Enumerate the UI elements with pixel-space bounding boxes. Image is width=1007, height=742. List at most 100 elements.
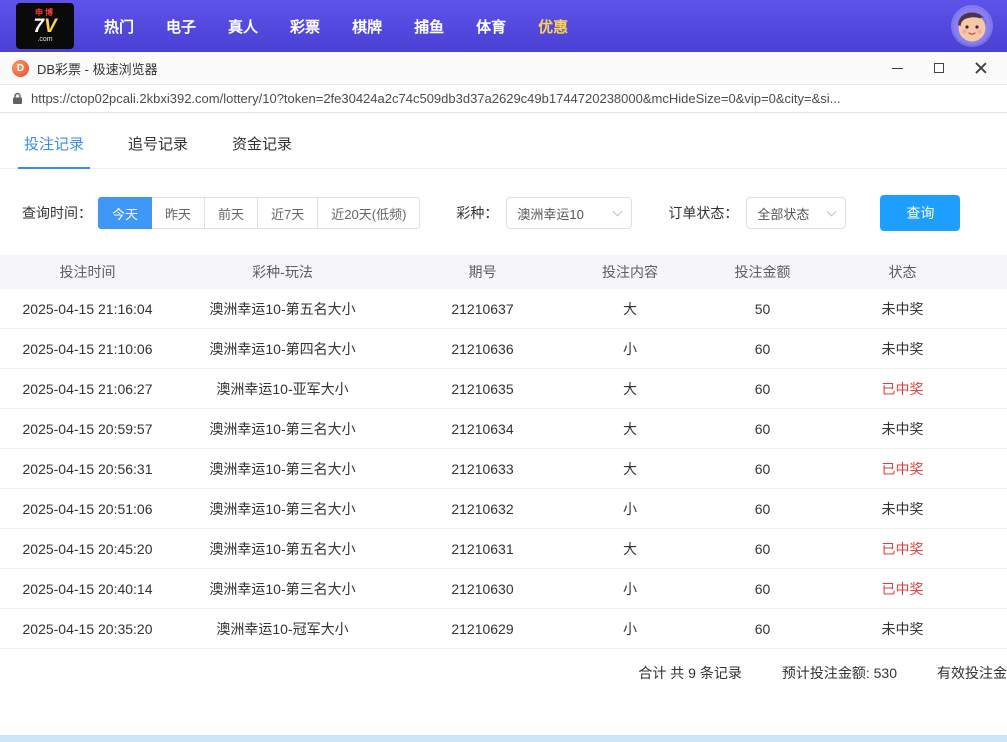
bet-content: 小 — [575, 499, 685, 519]
lottery-filter-label: 彩种： — [456, 203, 498, 223]
bet-status: 已中奖 — [840, 459, 965, 479]
close-icon — [975, 62, 987, 74]
minimize-icon — [892, 68, 903, 69]
header-bet-time: 投注时间 — [0, 262, 175, 282]
lottery-select-value: 澳洲幸运10 — [517, 204, 583, 223]
table-row: 2025-04-15 20:45:20 澳洲幸运10-第五名大小 2121063… — [0, 529, 1007, 569]
chevron-down-icon — [613, 206, 623, 216]
nav-item-slots[interactable]: 电子 — [166, 16, 196, 37]
bet-amount: 50 — [685, 301, 840, 317]
bet-time: 2025-04-15 21:06:27 — [0, 381, 175, 397]
bet-game: 澳洲幸运10-第三名大小 — [175, 499, 390, 519]
bet-content: 小 — [575, 619, 685, 639]
table-row: 2025-04-15 21:10:06 澳洲幸运10-第四名大小 2121063… — [0, 329, 1007, 369]
bet-issue: 21210633 — [390, 461, 575, 477]
bet-time: 2025-04-15 21:16:04 — [0, 301, 175, 317]
filter-bar: 查询时间： 今天 昨天 前天 近7天 近20天(低频) 彩种： 澳洲幸运10 订… — [0, 169, 1007, 251]
bet-status: 已中奖 — [840, 379, 965, 399]
time-option-7days[interactable]: 近7天 — [257, 197, 318, 229]
bet-time: 2025-04-15 20:59:57 — [0, 421, 175, 437]
query-button[interactable]: 查询 — [880, 195, 960, 231]
close-button[interactable] — [973, 60, 989, 76]
order-status-value: 全部状态 — [757, 204, 809, 223]
maximize-icon — [934, 63, 944, 73]
bet-issue: 21210637 — [390, 301, 575, 317]
brand-logo-main-text: 7V — [33, 17, 56, 36]
header-bet-amount: 投注金额 — [685, 262, 840, 282]
time-option-20days[interactable]: 近20天(低频) — [317, 197, 420, 229]
table-summary: 合计 共 9 条记录 预计投注金额: 530 有效投注金额 — [0, 649, 1007, 697]
bet-status: 未中奖 — [840, 299, 965, 319]
bet-content: 大 — [575, 379, 685, 399]
bet-issue: 21210630 — [390, 581, 575, 597]
lottery-select[interactable]: 澳洲幸运10 — [506, 197, 632, 229]
time-filter-label: 查询时间： — [22, 203, 92, 223]
bet-status: 未中奖 — [840, 619, 965, 639]
bet-game: 澳洲幸运10-冠军大小 — [175, 619, 390, 639]
table-row: 2025-04-15 20:40:14 澳洲幸运10-第三名大小 2121063… — [0, 569, 1007, 609]
nav-item-sports[interactable]: 体育 — [476, 16, 506, 37]
minimize-button[interactable] — [889, 60, 905, 76]
bet-amount: 60 — [685, 541, 840, 557]
user-avatar[interactable] — [953, 7, 991, 45]
bet-game: 澳洲幸运10-第五名大小 — [175, 299, 390, 319]
bet-time: 2025-04-15 20:40:14 — [0, 581, 175, 597]
table-row: 2025-04-15 21:16:04 澳洲幸运10-第五名大小 2121063… — [0, 289, 1007, 329]
tab-bet-records[interactable]: 投注记录 — [24, 133, 84, 168]
time-option-yesterday[interactable]: 昨天 — [151, 197, 205, 229]
nav-item-fishing[interactable]: 捕鱼 — [414, 16, 444, 37]
tab-chase-records[interactable]: 追号记录 — [128, 133, 188, 168]
bet-amount: 60 — [685, 421, 840, 437]
bet-issue: 21210636 — [390, 341, 575, 357]
maximize-button[interactable] — [931, 60, 947, 76]
header-bet-content: 投注内容 — [575, 262, 685, 282]
bet-status: 已中奖 — [840, 579, 965, 599]
bet-game: 澳洲幸运10-第四名大小 — [175, 339, 390, 359]
record-tabs: 投注记录 追号记录 资金记录 — [0, 113, 1007, 169]
nav-item-hot[interactable]: 热门 — [104, 16, 134, 37]
bet-status: 未中奖 — [840, 419, 965, 439]
bet-time: 2025-04-15 21:10:06 — [0, 341, 175, 357]
bet-amount: 60 — [685, 581, 840, 597]
address-bar: https://ctop02pcali.2kbxi392.com/lottery… — [0, 85, 1007, 113]
table-row: 2025-04-15 20:59:57 澳洲幸运10-第三名大小 2121063… — [0, 409, 1007, 449]
bet-amount: 60 — [685, 461, 840, 477]
nav-item-cards[interactable]: 棋牌 — [352, 16, 382, 37]
nav-item-live[interactable]: 真人 — [228, 16, 258, 37]
bottom-taskbar-strip — [0, 735, 1007, 742]
expected-amount-text: 预计投注金额: 530 — [782, 663, 897, 683]
bet-amount: 60 — [685, 381, 840, 397]
bet-content: 小 — [575, 339, 685, 359]
table-header: 投注时间 彩种-玩法 期号 投注内容 投注金额 状态 — [0, 255, 1007, 289]
bet-time: 2025-04-15 20:45:20 — [0, 541, 175, 557]
bet-amount: 60 — [685, 621, 840, 637]
table-row: 2025-04-15 20:35:20 澳洲幸运10-冠军大小 21210629… — [0, 609, 1007, 649]
bet-content: 大 — [575, 459, 685, 479]
order-status-select[interactable]: 全部状态 — [746, 197, 846, 229]
bet-game: 澳洲幸运10-第三名大小 — [175, 419, 390, 439]
order-status-label: 订单状态： — [668, 203, 738, 223]
site-favicon: D — [12, 60, 29, 77]
lock-icon — [12, 92, 23, 105]
time-option-day-before[interactable]: 前天 — [204, 197, 258, 229]
time-range-group: 今天 昨天 前天 近7天 近20天(低频) — [98, 197, 420, 229]
url-text[interactable]: https://ctop02pcali.2kbxi392.com/lottery… — [31, 91, 995, 106]
total-records-text: 合计 共 9 条记录 — [638, 663, 741, 683]
bet-amount: 60 — [685, 341, 840, 357]
table-row: 2025-04-15 20:51:06 澳洲幸运10-第三名大小 2121063… — [0, 489, 1007, 529]
bet-content: 大 — [575, 539, 685, 559]
window-title: DB彩票 - 极速浏览器 — [37, 59, 158, 78]
bet-issue: 21210635 — [390, 381, 575, 397]
table-row: 2025-04-15 20:56:31 澳洲幸运10-第三名大小 2121063… — [0, 449, 1007, 489]
bet-status: 未中奖 — [840, 339, 965, 359]
nav-item-promotions[interactable]: 优惠 — [538, 16, 568, 37]
time-option-today[interactable]: 今天 — [98, 197, 152, 229]
window-controls — [889, 60, 995, 76]
brand-logo[interactable]: 申博 7V .com — [16, 3, 74, 49]
chevron-down-icon — [827, 206, 837, 216]
nav-item-lottery[interactable]: 彩票 — [290, 16, 320, 37]
bet-content: 大 — [575, 419, 685, 439]
brand-logo-sub-text: .com — [37, 36, 52, 44]
bet-issue: 21210629 — [390, 621, 575, 637]
tab-fund-records[interactable]: 资金记录 — [232, 133, 292, 168]
